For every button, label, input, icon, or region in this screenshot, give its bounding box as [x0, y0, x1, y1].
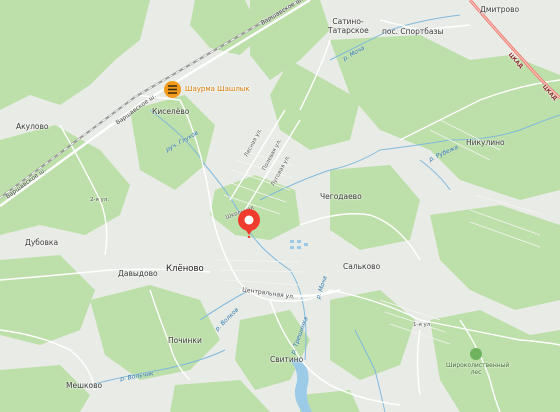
marker-shape	[238, 209, 260, 238]
label-klenovo: Клёново	[166, 264, 204, 274]
poi-label[interactable]: Шаурма Шашлык	[185, 85, 250, 93]
label-meshkovo: Мешково	[66, 381, 103, 390]
location-pin-icon[interactable]	[234, 208, 264, 238]
label-svitino: Свитино	[270, 355, 304, 364]
label-street-a: 2-я ул.	[90, 197, 110, 203]
tree-icon	[470, 348, 482, 360]
label-pochinki: Починки	[168, 336, 202, 345]
label-dyavidovo: Давыдово	[118, 269, 158, 278]
label-nikulino: Никулино	[466, 138, 505, 147]
label-sportbazy: пос. Спортбазы	[382, 27, 444, 36]
label-akulovo: Акулово	[16, 122, 49, 131]
label-satino: Сатино-Татарское	[328, 17, 369, 35]
label-dmitrovo: Дмитрово	[480, 5, 520, 14]
label-kiselevo: Киселёво	[152, 107, 190, 116]
shawarma-grill-icon[interactable]	[164, 81, 181, 98]
label-chegodaevo: Чегодаево	[320, 192, 362, 201]
shawarma-grill-glyph	[168, 85, 177, 94]
map-view[interactable]: Сатино-Татарское пос. Спортбазы Дмитрово…	[0, 0, 560, 412]
label-salkovo: Сальково	[343, 262, 381, 271]
label-shiroko: Широколиственный лес	[446, 362, 510, 376]
label-street-b: 1-я ул.	[413, 322, 433, 328]
label-dubovka: Дубовка	[25, 238, 59, 247]
